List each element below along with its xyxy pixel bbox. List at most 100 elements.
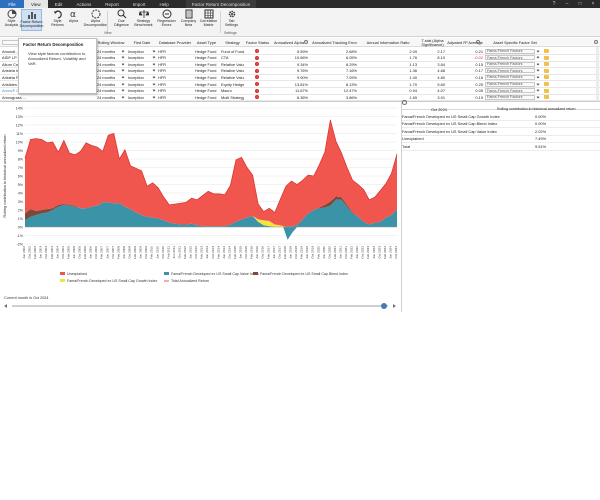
chevron-down-icon[interactable]	[121, 75, 125, 79]
tab-settings-button[interactable]: Tab Settings	[221, 9, 242, 31]
regression-errors-button[interactable]: Regression Errors	[156, 9, 177, 31]
maximize-icon[interactable]: □	[574, 0, 586, 8]
chevron-down-icon[interactable]	[536, 62, 540, 66]
x-tick-label: Feb 2022	[350, 246, 354, 259]
grid-scrollbar[interactable]	[596, 47, 599, 101]
panel-info-icon[interactable]	[402, 100, 407, 105]
gear-icon[interactable]	[476, 40, 480, 44]
group-label-view: View	[104, 31, 112, 35]
y-tick-label: 11%	[16, 132, 24, 136]
chevron-down-icon[interactable]	[152, 49, 156, 52]
folder-icon[interactable]	[544, 68, 549, 73]
folder-icon[interactable]	[544, 95, 549, 100]
tab-help[interactable]: Help	[153, 0, 176, 8]
gear-icon[interactable]	[304, 40, 308, 44]
chevron-down-icon[interactable]	[152, 95, 156, 99]
legend-swatch	[60, 279, 65, 282]
chevron-down-icon[interactable]	[121, 82, 125, 85]
chevron-down-icon[interactable]	[152, 62, 156, 66]
factor-return-decomposition-button[interactable]: Factor Return Decomposition	[20, 9, 43, 31]
chevron-down-icon[interactable]	[536, 68, 540, 72]
gear-icon[interactable]	[594, 40, 598, 44]
chevron-down-icon[interactable]	[536, 55, 540, 59]
asset-name[interactable]: Arrowgrass ...	[2, 94, 94, 100]
chevron-down-icon[interactable]	[121, 55, 125, 59]
factor-set-select[interactable]: Fama-French Factors	[485, 68, 535, 74]
strategy-benchmark-button[interactable]: Strategy Benchmark	[133, 9, 154, 31]
help-icon[interactable]: ?	[548, 0, 560, 8]
chevron-down-icon[interactable]	[536, 49, 540, 52]
tab-factor-return-decomposition[interactable]: Factor Return Decomposition	[185, 0, 257, 8]
x-tick-label: Jun 2017	[272, 246, 276, 259]
factor-set-select[interactable]: Fama-French Factors	[485, 48, 535, 54]
chevron-down-icon[interactable]	[152, 75, 156, 79]
folder-icon[interactable]	[544, 75, 549, 80]
alpha-decomposition-button[interactable]: Alpha Decomposition	[84, 9, 107, 31]
alpha-button[interactable]: α Alpha	[63, 9, 84, 31]
grid-cell-window: 24 months	[97, 61, 116, 67]
regression-errors-label: Regression Errors	[157, 19, 176, 27]
tab-report[interactable]: Report	[98, 0, 126, 8]
grid-cell-type: Hedge Fund	[195, 61, 217, 67]
column-header[interactable]: Annualized Alpha	[270, 38, 308, 47]
chevron-down-icon[interactable]	[536, 82, 540, 85]
chevron-down-icon[interactable]	[152, 82, 156, 85]
column-header[interactable]: Factor Status	[245, 38, 270, 47]
x-tick-label: Oct 2011	[177, 246, 181, 259]
due-diligence-button[interactable]: Due Diligence	[111, 9, 132, 31]
warning-icon: !	[255, 82, 259, 86]
chevron-down-icon[interactable]	[536, 75, 540, 79]
factor-set-select[interactable]: Fama-French Factors	[485, 55, 535, 61]
factor-set-select[interactable]: Fama-French Factors	[485, 81, 535, 87]
column-header[interactable]: Asset Type	[194, 38, 219, 47]
tab-actions[interactable]: Actions	[69, 0, 98, 8]
tab-edit[interactable]: Edit	[48, 0, 70, 8]
panel-date-header: Oct 2024	[431, 106, 447, 112]
factor-set-select[interactable]: Fama-French Factors	[485, 88, 535, 94]
grid-cell-ir: 1.70	[409, 81, 417, 87]
grid-cell-provider: HFR	[158, 48, 166, 54]
column-header[interactable]: T-stat (Alpha Significance)	[419, 38, 446, 47]
grid-cell-te: 12.47%	[343, 88, 357, 94]
style-analysis-icon	[7, 9, 17, 19]
x-tick-label: Oct 2020	[327, 246, 331, 259]
grid-cell-first: Inception	[128, 88, 144, 94]
chevron-down-icon[interactable]	[121, 88, 125, 92]
chevron-down-icon[interactable]	[121, 49, 125, 52]
date-slider[interactable]	[0, 300, 400, 312]
column-header[interactable]: Strategy	[220, 38, 245, 47]
chevron-down-icon[interactable]	[536, 88, 540, 92]
folder-icon[interactable]	[544, 55, 549, 60]
folder-icon[interactable]	[544, 82, 549, 86]
chevron-down-icon[interactable]	[152, 68, 156, 72]
factor-set-select[interactable]: Fama-French Factors	[485, 74, 535, 80]
column-header[interactable]: Annual Information Ratio	[359, 38, 417, 47]
x-tick-label: Jun 2007	[105, 246, 109, 259]
chevron-down-icon[interactable]	[121, 62, 125, 66]
factor-set-select[interactable]: Fama-French Factors	[485, 61, 535, 67]
minimize-icon[interactable]: –	[561, 0, 573, 8]
column-header[interactable]: Annualized Tracking Error	[312, 38, 357, 47]
chevron-down-icon[interactable]	[152, 55, 156, 59]
column-header[interactable]: First Date	[127, 38, 157, 47]
file-menu[interactable]: File	[0, 0, 24, 8]
chevron-down-icon[interactable]	[121, 68, 125, 72]
tab-view[interactable]: View	[24, 0, 48, 8]
x-tick-label: Feb 2020	[316, 246, 320, 259]
folder-icon[interactable]	[544, 62, 549, 67]
tab-import[interactable]: Import	[126, 0, 153, 8]
column-header[interactable]: Asset Specific Factor Set	[485, 38, 545, 47]
folder-icon[interactable]	[544, 88, 549, 93]
chevron-down-icon[interactable]	[536, 95, 540, 99]
chevron-down-icon[interactable]	[121, 95, 125, 99]
close-icon[interactable]: ×	[587, 0, 599, 8]
company-beta-button[interactable]: Company Beta	[178, 9, 199, 31]
warning-icon: !	[255, 55, 259, 60]
column-header[interactable]: Rolling Window	[96, 38, 126, 47]
correlation-matrix-button[interactable]: Correlation Matrix	[198, 9, 219, 31]
factor-set-select[interactable]: Fama-French Factors	[485, 94, 535, 100]
folder-icon[interactable]	[544, 49, 549, 53]
grid-cell-window: 24 months	[97, 94, 116, 100]
chevron-down-icon[interactable]	[152, 88, 156, 92]
column-header[interactable]: Database Provider	[157, 38, 193, 47]
